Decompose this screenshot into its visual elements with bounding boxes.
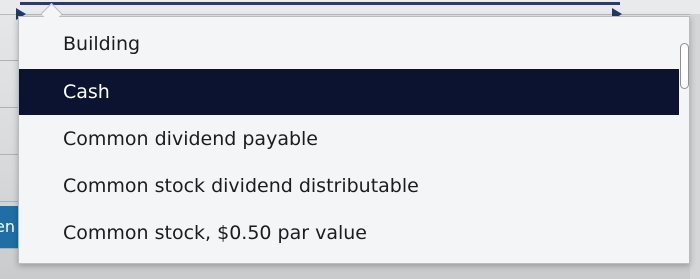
dropdown-option-common-stock-par-value[interactable]: Common stock, $0.50 par value [19,210,679,256]
partially-hidden-button[interactable]: en [0,206,18,248]
dropdown-option-common-dividend-payable[interactable]: Common dividend payable [19,116,679,162]
scrollbar-thumb[interactable] [680,43,689,89]
dropdown-scrollbar[interactable] [679,17,689,263]
right-table-column [690,14,700,279]
dropdown-option-cash[interactable]: Cash [19,69,679,115]
dropdown-option-common-stock-dividend-distributable[interactable]: Common stock dividend distributable [19,163,679,209]
dropdown-option-building[interactable]: Building [19,21,679,67]
account-dropdown-list[interactable]: Building Cash Common dividend payable Co… [18,16,690,264]
top-divider-line [20,2,620,5]
